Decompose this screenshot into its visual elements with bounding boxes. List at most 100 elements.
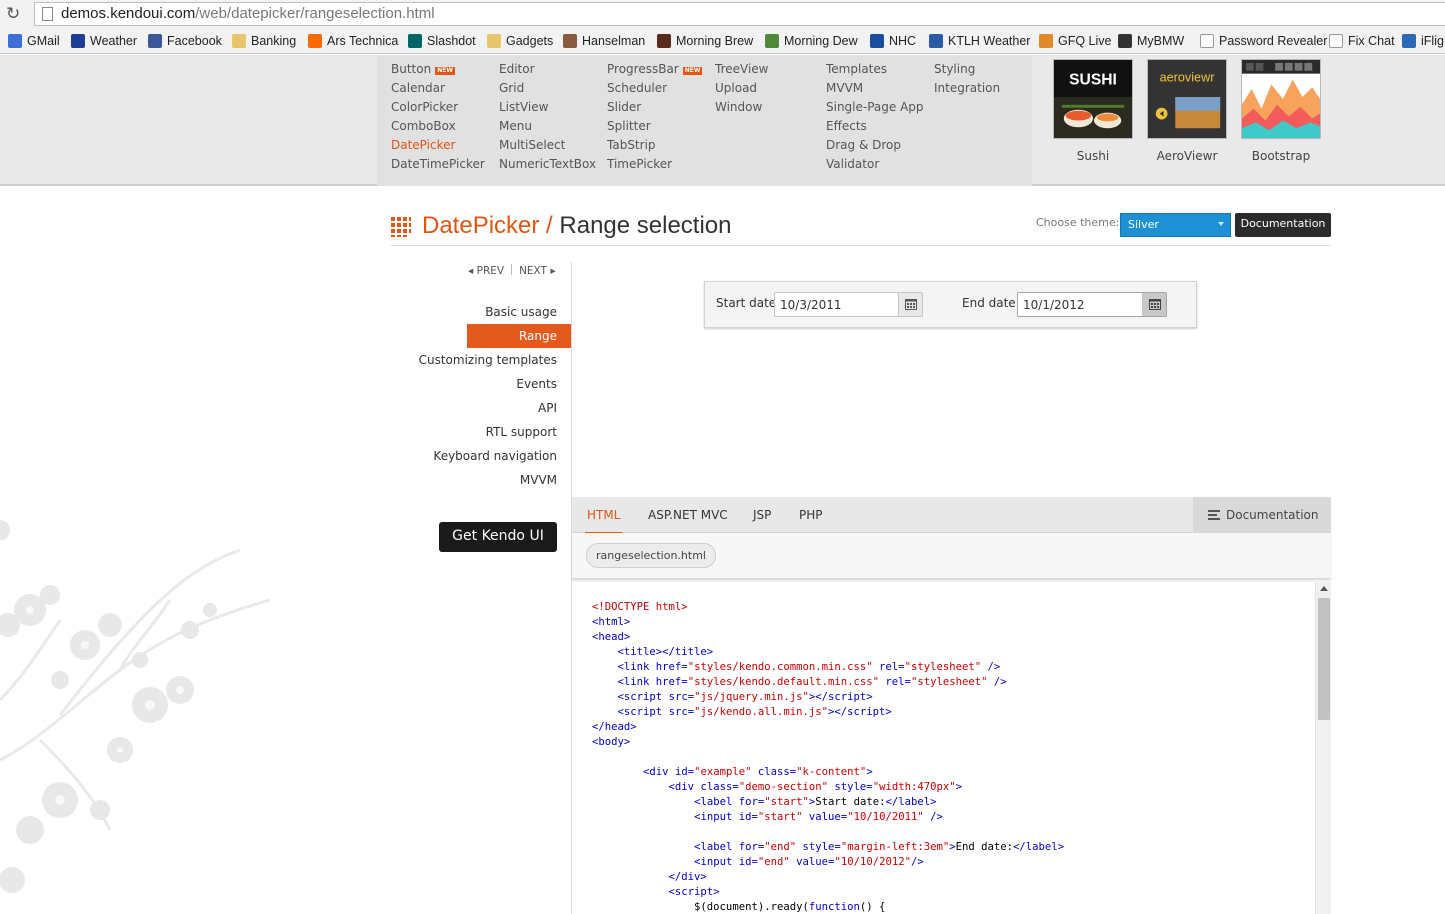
bookmark-item[interactable]: Slashdot [408,32,476,50]
bookmark-item[interactable]: GMail [8,32,60,50]
nav-item[interactable]: MVVM [391,468,571,492]
widget-link[interactable]: Integration [934,79,1000,98]
prev-label: PREV [476,265,505,277]
nav-item[interactable]: Customizing templates [391,348,571,372]
bookmark-label: Ars Technica [327,34,399,48]
widget-label: Button [391,62,432,76]
demo-app-aeroviewr[interactable]: aeroviewr AeroViewr [1147,59,1227,163]
bookmark-label: MyBMW [1137,34,1185,48]
widget-link[interactable]: Upload [715,79,768,98]
widgets-col-5: Templates MVVM Single-Page App Effects Drag … [826,60,924,174]
get-kendo-button[interactable]: Get Kendo UI [439,522,557,552]
widget-link[interactable]: Validator [826,155,924,174]
docs-tab-label: Documentation [1226,508,1319,522]
widget-label: Scheduler [607,81,668,95]
widget-link[interactable]: Slider [607,98,702,117]
widget-label: Styling [934,62,976,76]
widget-link[interactable]: Window [715,98,768,117]
bookmark-icon [148,34,162,48]
demo-app-bootstrap[interactable]: Bootstrap [1241,59,1321,163]
widget-link[interactable]: ColorPicker [391,98,485,117]
new-badge: NEW [435,67,455,75]
widget-link[interactable]: DatePicker [391,136,485,155]
tab-aspnet-mvc[interactable]: ASP.NET MVC [648,508,728,522]
calendar-icon[interactable] [1142,293,1166,316]
documentation-button[interactable]: Documentation [1235,213,1331,237]
widget-link[interactable]: NumericTextBox [499,155,596,174]
bookmark-item[interactable]: MyBMW [1118,32,1184,50]
scroll-up-icon[interactable] [1320,586,1328,591]
widget-label: Effects [826,119,867,133]
file-tab[interactable]: rangeselection.html [586,543,716,568]
bookmark-label: iFlig [1421,34,1444,48]
bookmark-item[interactable]: Morning Brew [657,32,753,50]
bookmark-item[interactable]: NHC [870,32,916,50]
bookmark-item[interactable]: KTLH Weather [929,32,1030,50]
widget-link[interactable]: TimePicker [607,155,702,174]
nav-item[interactable]: Keyboard navigation [391,444,571,468]
widget-link[interactable]: Grid [499,79,596,98]
scroll-thumb[interactable] [1318,598,1330,720]
widget-link[interactable]: Editor [499,60,596,79]
nav-item[interactable]: RTL support [391,420,571,444]
calendar-icon[interactable] [898,293,922,316]
widget-link[interactable]: Drag & Drop [826,136,924,155]
tab-documentation[interactable]: Documentation [1193,497,1331,533]
widget-link[interactable]: Button NEW [391,60,485,79]
page-icon [42,7,53,21]
bookmark-item[interactable]: Hanselman [563,32,645,50]
nav-item[interactable]: Events [391,372,571,396]
bookmark-label: Password Revealer [1219,34,1328,48]
widget-link[interactable]: MVVM [826,79,924,98]
widget-link[interactable]: Menu [499,117,596,136]
widget-link[interactable]: ComboBox [391,117,485,136]
tab-php[interactable]: PHP [799,508,823,522]
reload-icon[interactable]: ↻ [6,5,20,23]
next-label: NEXT [519,265,547,277]
theme-select[interactable]: Silver [1120,213,1231,237]
demo-app-sushi[interactable]: SUSHI Sushi [1053,59,1133,163]
widget-link[interactable]: ProgressBar NEW [607,60,703,79]
bookmark-icon [1118,34,1132,48]
bookmark-item[interactable]: Banking [232,32,296,50]
widget-link[interactable]: Calendar [391,79,485,98]
bookmark-item[interactable]: Facebook [148,32,222,50]
url-field[interactable]: demos.kendoui.com/web/datepicker/rangese… [34,2,1445,26]
nav-item[interactable]: Range selection [467,324,571,367]
bookmark-item[interactable]: Morning Dew [765,32,858,50]
bookmark-item[interactable]: Fix Chat [1329,32,1395,50]
bookmark-item[interactable]: Ars Technica [308,32,398,50]
nav-item[interactable]: API [391,396,571,420]
widget-link[interactable]: Single-Page App [826,98,924,117]
bookmark-item[interactable]: Password Revealer [1200,32,1327,50]
bookmarks-bar: GMail Weather Facebook Banking Ars Technica S… [0,28,1445,54]
code-scrollbar[interactable] [1315,582,1331,914]
widgets-col-2: Editor Grid ListView Menu MultiSelect Numeric… [499,60,596,174]
bookmark-item[interactable]: Gadgets [487,32,553,50]
widgets-col-4: TreeView Upload Window [715,60,768,117]
widget-link[interactable]: Scheduler [607,79,702,98]
bookmark-item[interactable]: GFQ Live [1039,32,1112,50]
next-link[interactable]: NEXT ▸ [519,265,556,277]
bookmark-label: Morning Dew [784,34,858,48]
widget-link[interactable]: Styling [934,60,1000,79]
bookmark-icon [487,34,501,48]
start-date-picker[interactable]: 10/3/2011 [774,292,923,317]
widget-link[interactable]: Splitter [607,117,702,136]
bookmark-item[interactable]: Weather [71,32,137,50]
tab-html[interactable]: HTML [584,508,623,534]
prev-link[interactable]: ◂ PREV [468,265,504,277]
widget-link[interactable]: Templates [826,60,924,79]
tab-jsp[interactable]: JSP [753,508,771,522]
nav-item[interactable]: Basic usage [391,300,571,324]
title-link[interactable]: DatePicker [422,212,539,239]
widget-link[interactable]: MultiSelect [499,136,596,155]
widget-link[interactable]: TabStrip [607,136,702,155]
bookmark-item[interactable]: iFlig [1402,32,1444,50]
end-date-picker[interactable]: 10/1/2012 [1017,292,1167,317]
widget-link[interactable]: ListView [499,98,596,117]
widget-link[interactable]: Effects [826,117,924,136]
widgets-col-1: Button NEW Calendar ColorPicker ComboBox Date… [391,60,485,174]
widget-link[interactable]: DateTimePicker [391,155,485,174]
widget-link[interactable]: TreeView [715,60,768,79]
